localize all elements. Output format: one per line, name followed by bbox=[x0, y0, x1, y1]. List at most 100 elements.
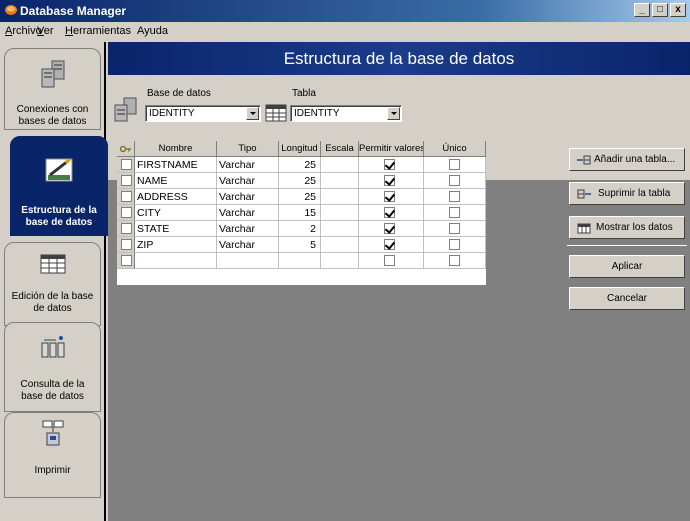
nav-structure[interactable]: Estructura de la base de datos bbox=[10, 136, 108, 236]
unique-checkbox[interactable] bbox=[449, 255, 460, 266]
field-length[interactable]: 25 bbox=[279, 173, 321, 189]
nullable-checkbox[interactable] bbox=[384, 255, 395, 266]
unique-cell[interactable] bbox=[424, 205, 486, 221]
field-length[interactable] bbox=[279, 253, 321, 269]
nav-edit[interactable]: Edición de la base de datos bbox=[4, 242, 101, 326]
field-length[interactable]: 5 bbox=[279, 237, 321, 253]
table-row[interactable]: STATE Varchar 2 bbox=[117, 221, 486, 237]
column-header-length[interactable]: Longitud bbox=[279, 141, 321, 157]
table-row[interactable]: CITY Varchar 15 bbox=[117, 205, 486, 221]
chevron-down-icon[interactable] bbox=[387, 107, 400, 120]
nullable-checkbox[interactable] bbox=[384, 207, 395, 218]
table-row-new[interactable] bbox=[117, 253, 486, 269]
unique-cell[interactable] bbox=[424, 221, 486, 237]
row-checkbox[interactable] bbox=[121, 223, 132, 234]
row-selector[interactable] bbox=[117, 157, 135, 173]
field-scale[interactable] bbox=[321, 221, 359, 237]
apply-button[interactable]: Aplicar bbox=[569, 255, 685, 278]
field-type[interactable]: Varchar bbox=[217, 173, 279, 189]
column-header-unique[interactable]: Único bbox=[424, 141, 486, 157]
unique-checkbox[interactable] bbox=[449, 239, 460, 250]
table-row[interactable]: ZIP Varchar 5 bbox=[117, 237, 486, 253]
column-header-nullable[interactable]: Permitir valores bbox=[359, 141, 424, 157]
field-scale[interactable] bbox=[321, 253, 359, 269]
row-selector[interactable] bbox=[117, 237, 135, 253]
field-name[interactable]: FIRSTNAME bbox=[135, 157, 217, 173]
unique-cell[interactable] bbox=[424, 173, 486, 189]
menu-ver[interactable]: Ver bbox=[37, 25, 54, 37]
chevron-down-icon[interactable] bbox=[246, 107, 259, 120]
unique-checkbox[interactable] bbox=[449, 159, 460, 170]
unique-cell[interactable] bbox=[424, 253, 486, 269]
unique-checkbox[interactable] bbox=[449, 223, 460, 234]
field-length[interactable]: 25 bbox=[279, 157, 321, 173]
unique-checkbox[interactable] bbox=[449, 175, 460, 186]
row-checkbox[interactable] bbox=[121, 159, 132, 170]
database-select[interactable]: IDENTITY bbox=[145, 105, 261, 122]
field-scale[interactable] bbox=[321, 237, 359, 253]
field-scale[interactable] bbox=[321, 157, 359, 173]
row-selector[interactable] bbox=[117, 189, 135, 205]
nullable-cell[interactable] bbox=[359, 221, 424, 237]
column-header-type[interactable]: Tipo bbox=[217, 141, 279, 157]
nav-query[interactable]: Consulta de la base de datos bbox=[4, 322, 101, 412]
nullable-cell[interactable] bbox=[359, 173, 424, 189]
menu-herramientas[interactable]: Herramientas bbox=[65, 25, 131, 37]
unique-cell[interactable] bbox=[424, 237, 486, 253]
column-header-scale[interactable]: Escala bbox=[321, 141, 359, 157]
field-type[interactable]: Varchar bbox=[217, 189, 279, 205]
title-bar[interactable]: Database Manager _ □ x bbox=[0, 0, 690, 22]
add-table-button[interactable]: Añadir una tabla... bbox=[569, 148, 685, 171]
nullable-cell[interactable] bbox=[359, 157, 424, 173]
row-selector[interactable] bbox=[117, 205, 135, 221]
row-selector[interactable] bbox=[117, 173, 135, 189]
unique-checkbox[interactable] bbox=[449, 191, 460, 202]
unique-cell[interactable] bbox=[424, 189, 486, 205]
row-selector[interactable] bbox=[117, 253, 135, 269]
field-length[interactable]: 25 bbox=[279, 189, 321, 205]
field-name[interactable]: CITY bbox=[135, 205, 217, 221]
field-name[interactable]: ADDRESS bbox=[135, 189, 217, 205]
row-checkbox[interactable] bbox=[121, 175, 132, 186]
unique-checkbox[interactable] bbox=[449, 207, 460, 218]
field-type[interactable]: Varchar bbox=[217, 221, 279, 237]
row-checkbox[interactable] bbox=[121, 239, 132, 250]
field-name[interactable]: STATE bbox=[135, 221, 217, 237]
field-type[interactable]: Varchar bbox=[217, 237, 279, 253]
table-select[interactable]: IDENTITY bbox=[290, 105, 402, 122]
nullable-cell[interactable] bbox=[359, 189, 424, 205]
nullable-cell[interactable] bbox=[359, 253, 424, 269]
nullable-checkbox[interactable] bbox=[384, 239, 395, 250]
field-scale[interactable] bbox=[321, 189, 359, 205]
table-row[interactable]: FIRSTNAME Varchar 25 bbox=[117, 157, 486, 173]
nullable-checkbox[interactable] bbox=[384, 223, 395, 234]
column-header-name[interactable]: Nombre bbox=[135, 141, 217, 157]
delete-table-button[interactable]: Suprimir la tabla bbox=[569, 182, 685, 205]
nullable-checkbox[interactable] bbox=[384, 175, 395, 186]
nav-connections[interactable]: Conexiones con bases de datos bbox=[4, 48, 101, 130]
field-length[interactable]: 2 bbox=[279, 221, 321, 237]
field-name[interactable]: NAME bbox=[135, 173, 217, 189]
row-selector[interactable] bbox=[117, 221, 135, 237]
field-scale[interactable] bbox=[321, 205, 359, 221]
field-name[interactable] bbox=[135, 253, 217, 269]
field-length[interactable]: 15 bbox=[279, 205, 321, 221]
nullable-cell[interactable] bbox=[359, 237, 424, 253]
table-row[interactable]: NAME Varchar 25 bbox=[117, 173, 486, 189]
field-type[interactable]: Varchar bbox=[217, 157, 279, 173]
close-button[interactable]: x bbox=[670, 3, 686, 17]
minimize-button[interactable]: _ bbox=[634, 3, 650, 17]
unique-cell[interactable] bbox=[424, 157, 486, 173]
field-name[interactable]: ZIP bbox=[135, 237, 217, 253]
field-scale[interactable] bbox=[321, 173, 359, 189]
maximize-button[interactable]: □ bbox=[652, 3, 668, 17]
table-row[interactable]: ADDRESS Varchar 25 bbox=[117, 189, 486, 205]
row-checkbox[interactable] bbox=[121, 255, 132, 266]
nullable-cell[interactable] bbox=[359, 205, 424, 221]
nav-print[interactable]: Imprimir bbox=[4, 412, 101, 498]
menu-ayuda[interactable]: Ayuda bbox=[137, 25, 168, 37]
cancel-button[interactable]: Cancelar bbox=[569, 287, 685, 310]
row-checkbox[interactable] bbox=[121, 207, 132, 218]
row-checkbox[interactable] bbox=[121, 191, 132, 202]
nullable-checkbox[interactable] bbox=[384, 191, 395, 202]
